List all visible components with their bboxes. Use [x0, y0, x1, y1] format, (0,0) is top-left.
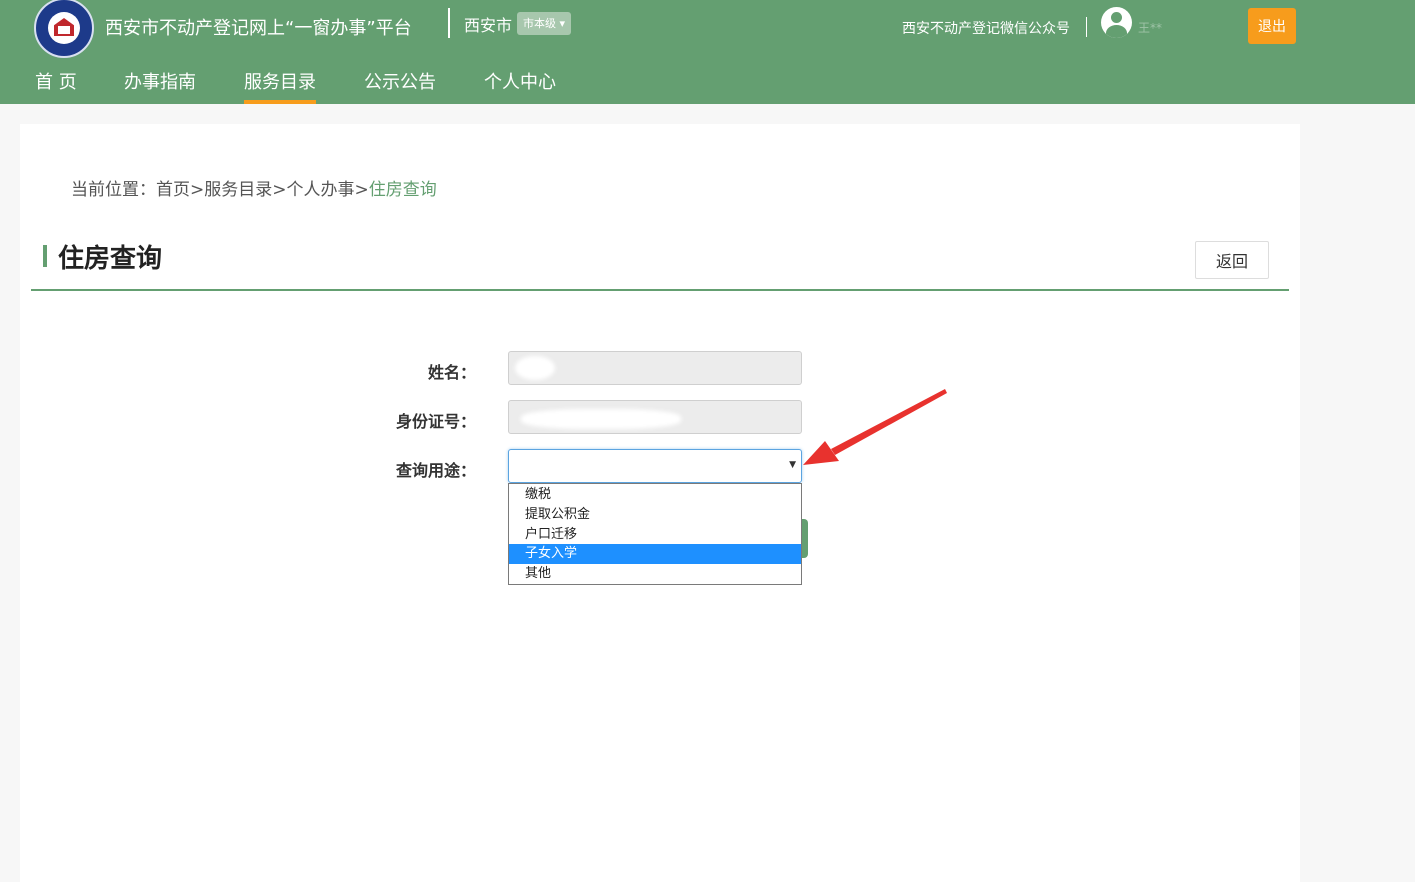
header-divider [448, 8, 450, 38]
nav-personal-center[interactable]: 个人中心 [484, 68, 556, 94]
logout-button[interactable]: 退出 [1248, 8, 1296, 44]
option-household-transfer[interactable]: 户口迁移 [509, 525, 801, 545]
nav-service-catalog[interactable]: 服务目录 [244, 68, 316, 94]
site-title: 西安市不动产登记网上“一窗办事”平台 [105, 18, 412, 39]
annotation-arrow-icon [803, 389, 947, 465]
option-other[interactable]: 其他 [509, 564, 801, 584]
page-title: 住房查询 [58, 244, 163, 274]
option-tax[interactable]: 缴税 [509, 485, 801, 505]
breadcrumb-current: 住房查询 [368, 180, 437, 200]
city-level-dropdown[interactable]: 市本级 ▾ [517, 12, 572, 35]
title-divider [31, 289, 1289, 291]
title-accent-bar [43, 245, 47, 267]
active-nav-indicator [244, 100, 316, 104]
header-divider-2 [1086, 17, 1087, 37]
option-school-enrollment[interactable]: 子女入学 [509, 544, 801, 564]
name-field[interactable] [508, 351, 802, 385]
purpose-dropdown-list[interactable]: 缴税 提取公积金 户口迁移 子女入学 其他 [508, 483, 802, 585]
id-number-field[interactable] [508, 400, 802, 434]
redacted-id-number [521, 409, 681, 429]
nav-announcements[interactable]: 公示公告 [364, 68, 436, 94]
city-name: 西安市 [464, 16, 513, 35]
nav-guide[interactable]: 办事指南 [124, 68, 196, 94]
real-estate-logo-icon [34, 0, 94, 58]
option-provident-fund[interactable]: 提取公积金 [509, 505, 801, 525]
redacted-name [515, 356, 555, 380]
id-number-label: 身份证号： [395, 412, 476, 431]
submit-button[interactable] [802, 519, 808, 558]
wechat-account-link[interactable]: 西安不动产登记微信公众号 [902, 18, 1070, 38]
breadcrumb-path[interactable]: 当前位置：首页>服务目录>个人办事> [71, 180, 369, 200]
nav-home[interactable]: 首 页 [35, 68, 77, 94]
back-button[interactable]: 返回 [1195, 241, 1269, 279]
purpose-select[interactable]: ▼ [508, 449, 802, 483]
top-header: 西安市不动产登记网上“一窗办事”平台 西安市 市本级 ▾ 西安不动产登记微信公众… [0, 0, 1415, 104]
purpose-label: 查询用途： [395, 461, 476, 480]
user-avatar-icon[interactable] [1101, 7, 1132, 38]
username: 王** [1138, 21, 1163, 35]
breadcrumb: 当前位置：首页>服务目录>个人办事>住房查询 [71, 175, 437, 200]
name-label: 姓名： [427, 363, 476, 382]
